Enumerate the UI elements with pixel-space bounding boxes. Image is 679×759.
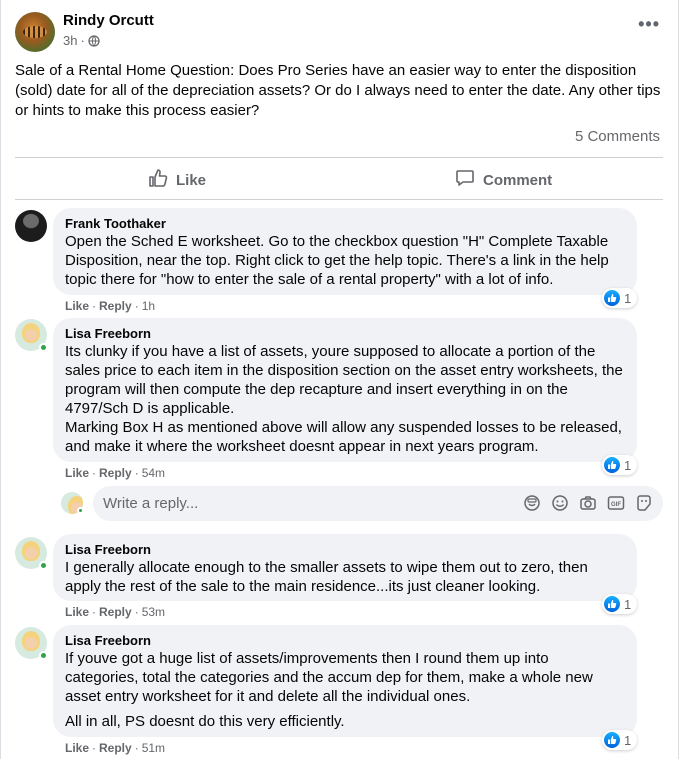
reaction-count[interactable]: 1 — [602, 730, 638, 750]
comment-time[interactable]: 51m — [142, 741, 165, 755]
reaction-count[interactable]: 1 — [602, 594, 638, 614]
commenter-name[interactable]: Lisa Freeborn — [65, 633, 625, 649]
reaction-count[interactable]: 1 — [602, 288, 638, 308]
comment-like-link[interactable]: Like — [65, 466, 89, 480]
commenter-name[interactable]: Frank Toothaker — [65, 216, 625, 232]
avatar-sticker-icon[interactable] — [635, 494, 653, 512]
sticker-icon[interactable] — [523, 494, 541, 512]
comment-like-link[interactable]: Like — [65, 299, 89, 313]
like-label: Like — [176, 171, 207, 189]
author-avatar[interactable] — [15, 12, 55, 52]
comment-time[interactable]: 54m — [142, 466, 165, 480]
comment-actions: Like · Reply · 1h — [65, 299, 156, 313]
online-status-indicator — [39, 651, 48, 660]
online-status-indicator — [39, 343, 48, 352]
post-author-name[interactable]: Rindy Orcutt — [63, 12, 154, 29]
gif-icon[interactable]: GIF — [607, 494, 625, 512]
reaction-count[interactable]: 1 — [602, 455, 638, 475]
globe-icon — [88, 34, 100, 47]
comment-bubble: Lisa Freeborn Its clunky if you have a l… — [53, 318, 637, 462]
comment-button[interactable]: Comment — [455, 168, 552, 192]
comment-count[interactable]: 5 Comments — [575, 128, 660, 145]
comment-actions: Like · Reply · 54m — [65, 466, 166, 480]
comment-reply-link[interactable]: Reply — [99, 605, 132, 619]
comment-label: Comment — [483, 171, 553, 189]
comment-like-link[interactable]: Like — [65, 741, 89, 755]
meta-separator: · — [80, 33, 85, 48]
reaction-number: 1 — [624, 732, 632, 748]
comment-text: Its clunky if you have a list of assets,… — [65, 343, 623, 417]
camera-icon[interactable] — [579, 494, 597, 512]
reply-toolbar: GIF — [523, 494, 653, 512]
reply-input[interactable]: Write a reply... GIF — [93, 486, 663, 521]
comment-text-paragraph: Marking Box H as mentioned above will al… — [65, 419, 622, 455]
online-status-indicator — [77, 507, 84, 514]
online-status-indicator — [39, 561, 48, 570]
comment-actions: Like · Reply · 53m — [65, 605, 166, 619]
commenter-name[interactable]: Lisa Freeborn — [65, 326, 625, 342]
post-card: Rindy Orcutt 3h · ••• Sale of a Rental H… — [0, 0, 679, 759]
like-reaction-icon — [604, 457, 620, 473]
reaction-number: 1 — [624, 457, 632, 473]
commenter-name[interactable]: Lisa Freeborn — [65, 542, 625, 558]
post-time[interactable]: 3h — [63, 33, 77, 48]
like-reaction-icon — [604, 596, 620, 612]
commenter-avatar[interactable] — [15, 210, 47, 242]
comment-time[interactable]: 1h — [142, 299, 155, 313]
reaction-number: 1 — [624, 290, 632, 306]
like-icon — [148, 168, 168, 192]
comment-reply-link[interactable]: Reply — [99, 466, 132, 480]
comment-text: Open the Sched E worksheet. Go to the ch… — [65, 233, 609, 288]
reaction-number: 1 — [624, 596, 632, 612]
comment-bubble: Lisa Freeborn If youve got a huge list o… — [53, 625, 637, 737]
reply-placeholder: Write a reply... — [103, 495, 199, 512]
comment-time[interactable]: 53m — [142, 605, 165, 619]
comment-reply-link[interactable]: Reply — [99, 741, 132, 755]
comment-reply-link[interactable]: Reply — [99, 299, 132, 313]
comment-icon — [455, 168, 475, 192]
comment-bubble: Frank Toothaker Open the Sched E workshe… — [53, 208, 637, 295]
svg-text:GIF: GIF — [611, 502, 621, 508]
like-button[interactable]: Like — [148, 168, 206, 192]
post-actions-bar: Like Comment — [15, 157, 663, 200]
comment-like-link[interactable]: Like — [65, 605, 89, 619]
like-reaction-icon — [604, 290, 620, 306]
comment-text: If youve got a huge list of assets/impro… — [65, 650, 593, 705]
post-body: Sale of a Rental Home Question: Does Pro… — [15, 62, 661, 119]
comment-actions: Like · Reply · 51m — [65, 741, 166, 755]
like-reaction-icon — [604, 732, 620, 748]
more-options-button[interactable]: ••• — [638, 15, 660, 33]
emoji-icon[interactable] — [551, 494, 569, 512]
comment-bubble: Lisa Freeborn I generally allocate enoug… — [53, 534, 637, 601]
post-meta: 3h · — [63, 33, 100, 48]
comment-text: I generally allocate enough to the small… — [65, 559, 588, 595]
comment-text-paragraph: All in all, PS doesnt do this very effic… — [65, 713, 345, 730]
